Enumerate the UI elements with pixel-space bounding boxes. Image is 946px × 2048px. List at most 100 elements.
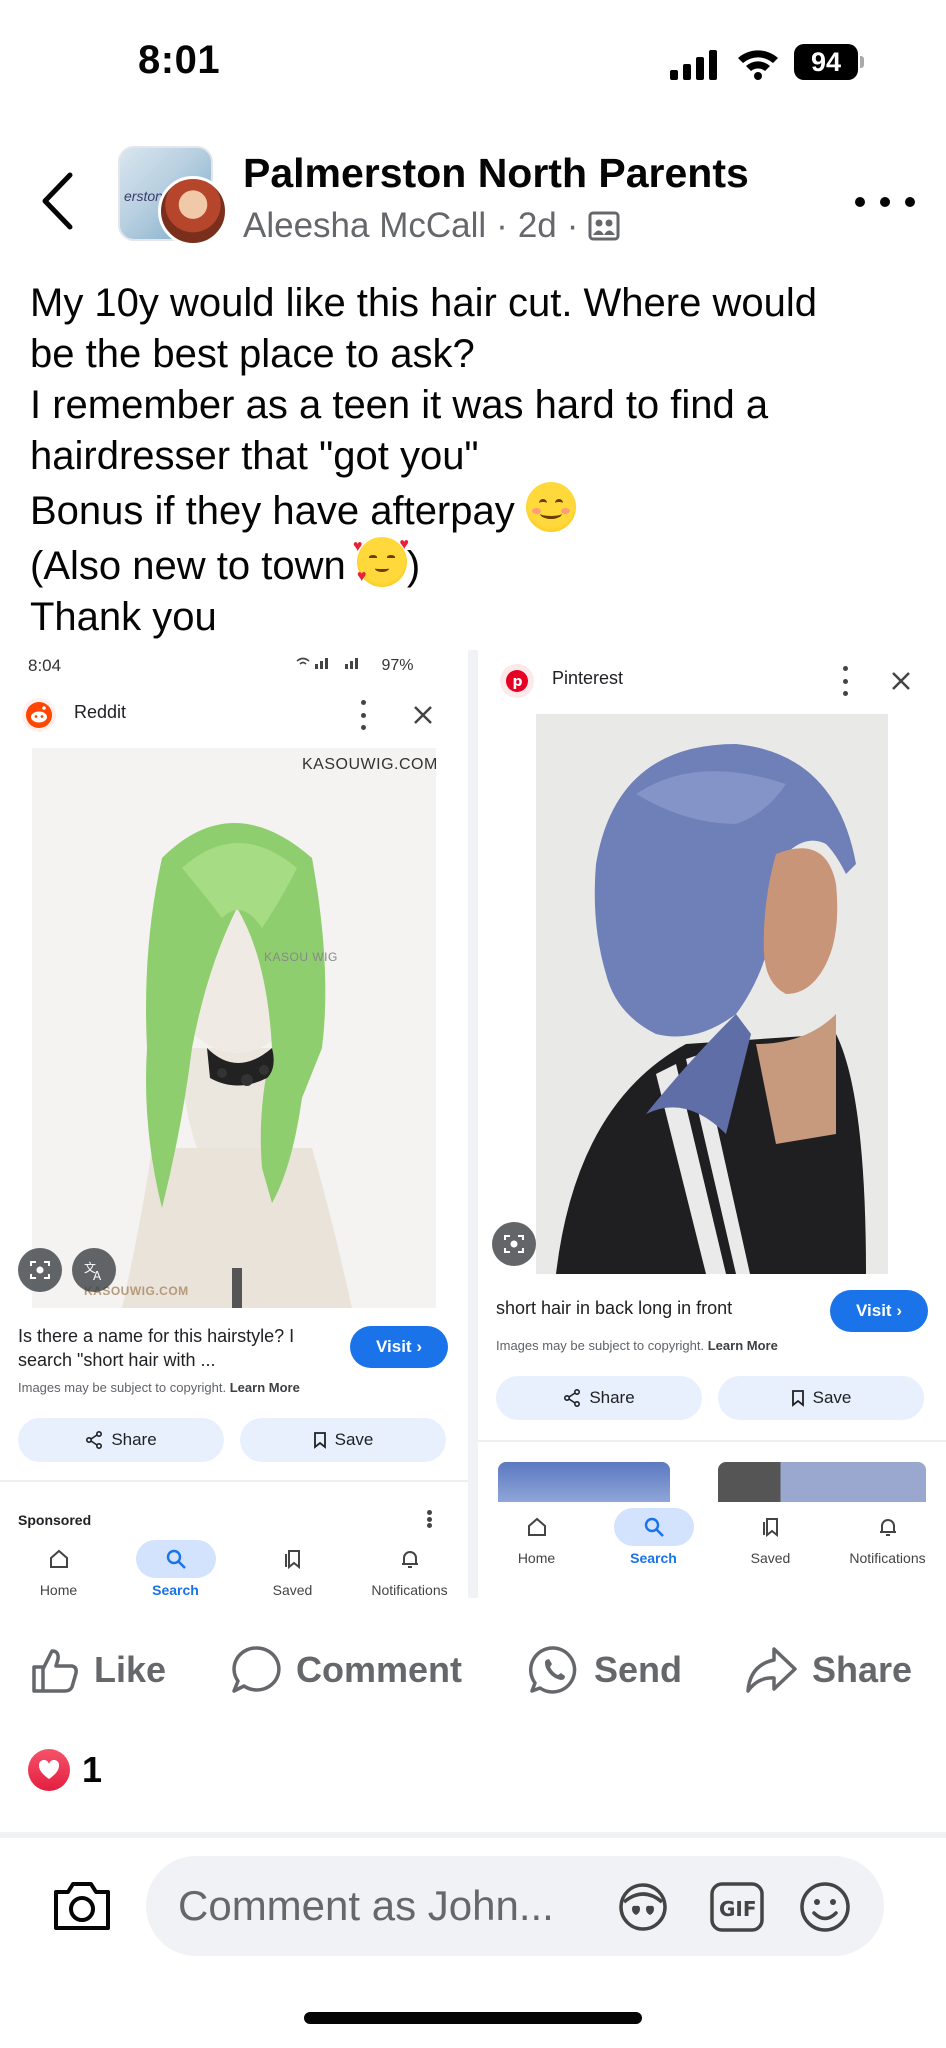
visit-button[interactable]: Visit ›	[350, 1326, 448, 1368]
send-button[interactable]: Send	[528, 1640, 682, 1700]
sponsored-label: Sponsored	[18, 1512, 92, 1528]
reaction-summary[interactable]: 1	[28, 1745, 102, 1795]
kebab-menu-icon[interactable]	[426, 1510, 432, 1528]
smiling-face-emoji-icon	[525, 482, 576, 532]
post-line: Thank you	[30, 595, 217, 639]
home-indicator[interactable]	[304, 2012, 642, 2024]
source-bar: p Pinterest	[478, 654, 946, 708]
comment-composer: Comment as John... GIF	[0, 1850, 946, 1960]
like-button[interactable]: Like	[30, 1640, 166, 1700]
bookmark-icon	[313, 1432, 326, 1449]
result-caption[interactable]: short hair in back long in front	[496, 1296, 796, 1320]
translate-icon: 文A	[84, 1260, 102, 1282]
kebab-menu-icon[interactable]	[842, 666, 848, 696]
avatar-sticker-icon[interactable]	[614, 1878, 672, 1936]
gif-icon[interactable]: GIF	[708, 1878, 766, 1936]
lens-icon	[30, 1261, 50, 1279]
avatar[interactable]: erston	[118, 146, 228, 246]
kebab-menu-icon[interactable]	[360, 700, 366, 730]
emoji-icon[interactable]	[796, 1878, 854, 1936]
group-name[interactable]: Palmerston North Parents	[243, 150, 749, 197]
learn-more-link[interactable]: Learn More	[708, 1338, 778, 1353]
related-thumbnail[interactable]	[498, 1462, 670, 1502]
saved-icon	[284, 1550, 300, 1570]
battery-level: 94	[794, 44, 858, 80]
lens-icon	[504, 1235, 524, 1253]
wifi-icon	[738, 50, 778, 80]
share-arrow-icon	[746, 1647, 797, 1693]
close-icon[interactable]	[886, 666, 916, 696]
whatsapp-icon	[529, 1646, 577, 1694]
group-privacy-icon	[588, 211, 620, 241]
separator: ·	[496, 206, 508, 245]
status-bar: 8:01 94	[0, 0, 946, 120]
learn-more-link[interactable]: Learn More	[230, 1380, 300, 1395]
green-wig-image	[32, 748, 436, 1308]
comment-placeholder: Comment as John...	[178, 1882, 554, 1929]
share-icon	[564, 1389, 581, 1407]
svg-text:GIF: GIF	[719, 1897, 757, 1921]
nav-search[interactable]: Search	[595, 1502, 712, 1572]
source-bar: Reddit	[0, 688, 468, 742]
svg-text:A: A	[93, 1269, 102, 1282]
nav-notifications[interactable]: Notifications	[351, 1534, 468, 1598]
home-icon	[49, 1549, 68, 1568]
translate-button[interactable]: 文A	[72, 1248, 116, 1292]
close-icon[interactable]	[408, 700, 438, 730]
post-header: erston Palmerston North Parents Aleesha …	[0, 140, 946, 260]
post-line-with-emoji: (Also new to town ♥ ♥ ♥)	[30, 536, 421, 589]
post-age[interactable]: 2d	[518, 206, 557, 246]
svg-text:p: p	[513, 674, 523, 690]
share-button[interactable]: Share	[744, 1640, 912, 1700]
save-button[interactable]: Save	[240, 1418, 446, 1462]
more-options-button[interactable]	[855, 190, 915, 214]
post-media[interactable]: 8:04 97% Reddit KASOUWIG.COM KASOU WIG K…	[0, 650, 946, 1598]
post-line: hairdresser that "got you"	[30, 434, 479, 478]
nav-home[interactable]: Home	[0, 1534, 117, 1598]
media-divider	[468, 650, 478, 1598]
visit-button[interactable]: Visit ›	[830, 1290, 928, 1332]
screenshot-pinterest[interactable]: p Pinterest short hair in back long in f…	[478, 650, 946, 1598]
nav-search[interactable]: Search	[117, 1534, 234, 1598]
search-icon	[166, 1549, 186, 1569]
related-thumbnail[interactable]	[718, 1462, 926, 1502]
post-line: be the best place to ask?	[30, 332, 475, 376]
smiling-face-with-hearts-emoji-icon: ♥ ♥ ♥	[352, 536, 409, 587]
google-lens-button[interactable]	[492, 1222, 536, 1266]
thumbs-up-icon	[32, 1649, 78, 1693]
result-caption[interactable]: Is there a name for this hairstyle? I se…	[18, 1324, 338, 1372]
inner-bottom-nav: Home Search Saved Notifications	[478, 1502, 946, 1572]
screenshot-reddit[interactable]: 8:04 97% Reddit KASOUWIG.COM KASOU WIG K…	[0, 650, 468, 1598]
nav-saved[interactable]: Saved	[234, 1534, 351, 1598]
battery-icon: 94	[794, 44, 864, 80]
post-line: My 10y would like this hair cut. Where w…	[30, 281, 817, 325]
camera-icon[interactable]	[50, 1878, 114, 1934]
status-time: 8:01	[138, 38, 221, 82]
back-button[interactable]	[32, 166, 82, 236]
separator: ·	[566, 206, 579, 245]
chevron-left-icon	[42, 172, 73, 230]
comment-button[interactable]: Comment	[230, 1640, 462, 1700]
comment-bubble-icon	[232, 1646, 281, 1693]
nav-saved[interactable]: Saved	[712, 1502, 829, 1572]
nav-notifications[interactable]: Notifications	[829, 1502, 946, 1572]
post-body: My 10y would like this hair cut. Where w…	[30, 278, 920, 643]
nav-home[interactable]: Home	[478, 1502, 595, 1572]
source-name: Reddit	[74, 702, 127, 722]
author-avatar	[158, 176, 228, 246]
share-button[interactable]: Share	[18, 1418, 224, 1462]
reaction-count: 1	[82, 1749, 103, 1790]
bob-haircut-photo[interactable]	[536, 714, 888, 1274]
google-lens-button[interactable]	[18, 1248, 62, 1292]
saved-icon	[762, 1518, 778, 1538]
home-icon	[527, 1517, 546, 1536]
author-name[interactable]: Aleesha McCall	[243, 206, 486, 246]
post-actions: Like Comment Send Share	[0, 1630, 946, 1710]
inner-signal-icon	[296, 657, 358, 669]
save-button[interactable]: Save	[718, 1376, 924, 1420]
watermark-mid: KASOU WIG	[264, 950, 338, 964]
comment-input[interactable]: Comment as John... GIF	[146, 1856, 884, 1956]
share-button[interactable]: Share	[496, 1376, 702, 1420]
watermark-top: KASOUWIG.COM	[302, 756, 436, 773]
wig-photo[interactable]: KASOUWIG.COM KASOU WIG KASOUWIG.COM	[32, 748, 436, 1308]
